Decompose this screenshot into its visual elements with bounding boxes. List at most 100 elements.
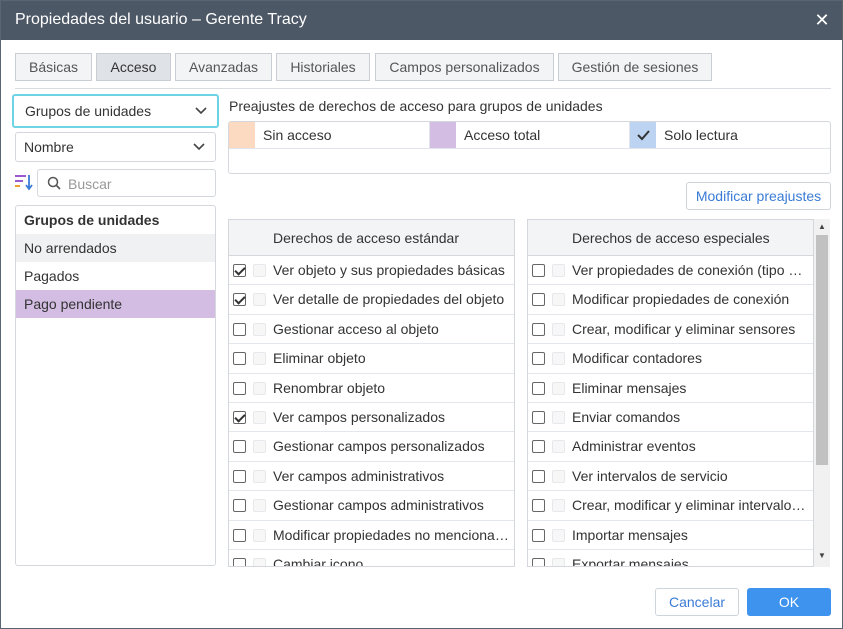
disabled-checkbox <box>253 440 266 454</box>
checkbox[interactable] <box>532 352 545 366</box>
checkbox[interactable] <box>233 469 246 483</box>
search-input[interactable]: Buscar <box>37 169 216 197</box>
right-label: Gestionar campos personalizados <box>273 438 485 455</box>
disabled-checkbox <box>552 499 565 513</box>
right-label: Gestionar acceso al objeto <box>273 320 439 337</box>
standard-right-row: Ver detalle de propiedades del objeto <box>229 285 514 315</box>
close-icon[interactable]: ✕ <box>812 10 832 30</box>
tab-campos-personalizados[interactable]: Campos personalizados <box>375 53 554 81</box>
unit-group-list: Grupos de unidades No arrendados Pagados… <box>15 205 216 566</box>
tab-avanzadas[interactable]: Avanzadas <box>175 53 272 81</box>
standard-right-row: Gestionar acceso al objeto <box>229 315 514 345</box>
standard-right-row: Ver objeto y sus propiedades básicas <box>229 256 514 286</box>
checkbox[interactable] <box>233 352 246 366</box>
scroll-up-icon[interactable]: ▲ <box>818 222 826 231</box>
preset-swatch <box>430 122 456 148</box>
presets-title: Preajustes de derechos de acceso para gr… <box>229 98 603 114</box>
special-right-row: Crear, modificar y eliminar sensores <box>528 315 813 345</box>
check-icon <box>637 130 650 141</box>
right-label: Ver campos administrativos <box>273 467 445 484</box>
tab-divider <box>15 88 831 89</box>
special-right-row: Modificar contadores <box>528 344 813 374</box>
scroll-down-icon[interactable]: ▼ <box>818 551 826 560</box>
cancel-button[interactable]: Cancelar <box>655 588 739 616</box>
checkbox[interactable] <box>532 440 545 454</box>
checkbox[interactable] <box>233 440 246 454</box>
list-item-pagados[interactable]: Pagados <box>16 262 215 290</box>
preset-label: Acceso total <box>464 127 541 143</box>
special-right-row: Ver propiedades de conexión (tipo de dis… <box>528 256 813 286</box>
disabled-checkbox <box>552 381 565 395</box>
checkbox[interactable] <box>532 264 545 277</box>
checkbox[interactable] <box>233 293 246 307</box>
right-label: Renombrar objeto <box>273 379 386 396</box>
special-rights-panel: Derechos de acceso especiales Ver propie… <box>527 219 814 567</box>
preset-sin-acceso[interactable]: Sin acceso <box>229 122 430 149</box>
object-type-value: Grupos de unidades <box>25 103 152 119</box>
disabled-checkbox <box>253 352 266 366</box>
right-label: Gestionar campos administrativos <box>273 497 484 514</box>
list-header: Grupos de unidades <box>24 212 160 228</box>
sort-value: Nombre <box>24 139 74 155</box>
checkbox[interactable] <box>532 528 545 542</box>
user-properties-dialog: Propiedades del usuario – Gerente Tracy … <box>0 0 843 629</box>
right-label: Crear, modificar y eliminar intervalos d… <box>572 497 808 514</box>
disabled-checkbox <box>253 410 266 424</box>
tab-gestion-sesiones[interactable]: Gestión de sesiones <box>558 53 712 81</box>
rights-scrollbar[interactable]: ▲ ▼ <box>814 219 830 567</box>
special-right-row: Enviar comandos <box>528 403 813 433</box>
checkbox[interactable] <box>233 264 246 277</box>
checkbox[interactable] <box>532 381 545 395</box>
sort-select[interactable]: Nombre <box>15 132 216 162</box>
scroll-thumb[interactable] <box>816 235 828 465</box>
disabled-checkbox <box>253 557 266 566</box>
preset-label: Solo lectura <box>664 127 738 143</box>
ok-button[interactable]: OK <box>747 588 831 616</box>
right-label: Ver propiedades de conexión (tipo de dis… <box>572 262 808 278</box>
object-type-select[interactable]: Grupos de unidades <box>12 94 219 128</box>
preset-solo-lectura[interactable]: Solo lectura <box>630 122 830 149</box>
modify-presets-button[interactable]: Modificar preajustes <box>686 182 831 210</box>
tab-basicas[interactable]: Básicas <box>15 53 92 81</box>
checkbox[interactable] <box>233 528 246 542</box>
checkbox[interactable] <box>532 293 545 307</box>
standard-right-row: Ver campos administrativos <box>229 462 514 492</box>
sort-order-icon[interactable] <box>15 174 33 192</box>
disabled-checkbox <box>552 322 565 336</box>
presets-panel: Sin acceso Acceso total Solo lectura <box>228 121 831 174</box>
right-label: Ver objeto y sus propiedades básicas <box>273 262 505 278</box>
special-rights-header: Derechos de acceso especiales <box>528 220 813 256</box>
standard-right-row: Eliminar objeto <box>229 344 514 374</box>
disabled-checkbox <box>253 322 266 336</box>
preset-acceso-total[interactable]: Acceso total <box>430 122 630 149</box>
special-right-row: Crear, modificar y eliminar intervalos d… <box>528 491 813 521</box>
checkbox[interactable] <box>233 381 246 395</box>
right-label: Administrar eventos <box>572 438 696 455</box>
right-label: Modificar propiedades de conexión <box>572 291 790 308</box>
checkbox[interactable] <box>532 469 545 483</box>
tab-historiales[interactable]: Historiales <box>276 53 370 81</box>
disabled-checkbox <box>552 293 565 307</box>
preset-swatch <box>229 122 255 148</box>
list-item-pago-pendiente[interactable]: Pago pendiente <box>16 290 215 318</box>
checkbox[interactable] <box>532 322 545 336</box>
checkbox[interactable] <box>233 410 246 424</box>
disabled-checkbox <box>552 440 565 454</box>
disabled-checkbox <box>253 264 266 277</box>
right-label: Exportar mensajes <box>572 555 689 567</box>
checkbox[interactable] <box>233 322 246 336</box>
checkbox[interactable] <box>532 410 545 424</box>
checkbox[interactable] <box>233 499 246 513</box>
standard-rights-panel: Derechos de acceso estándar Ver objeto y… <box>228 219 515 567</box>
tab-acceso[interactable]: Acceso <box>96 53 171 81</box>
disabled-checkbox <box>253 528 266 542</box>
list-item-no-arrendados[interactable]: No arrendados <box>16 234 215 262</box>
checkbox[interactable] <box>532 499 545 513</box>
right-label: Eliminar mensajes <box>572 379 687 396</box>
checkbox[interactable] <box>233 557 246 566</box>
checkbox[interactable] <box>532 557 545 566</box>
title-bar: Propiedades del usuario – Gerente Tracy … <box>1 1 842 40</box>
standard-right-row: Gestionar campos personalizados <box>229 432 514 462</box>
disabled-checkbox <box>253 293 266 307</box>
presets-empty-row <box>229 149 830 173</box>
